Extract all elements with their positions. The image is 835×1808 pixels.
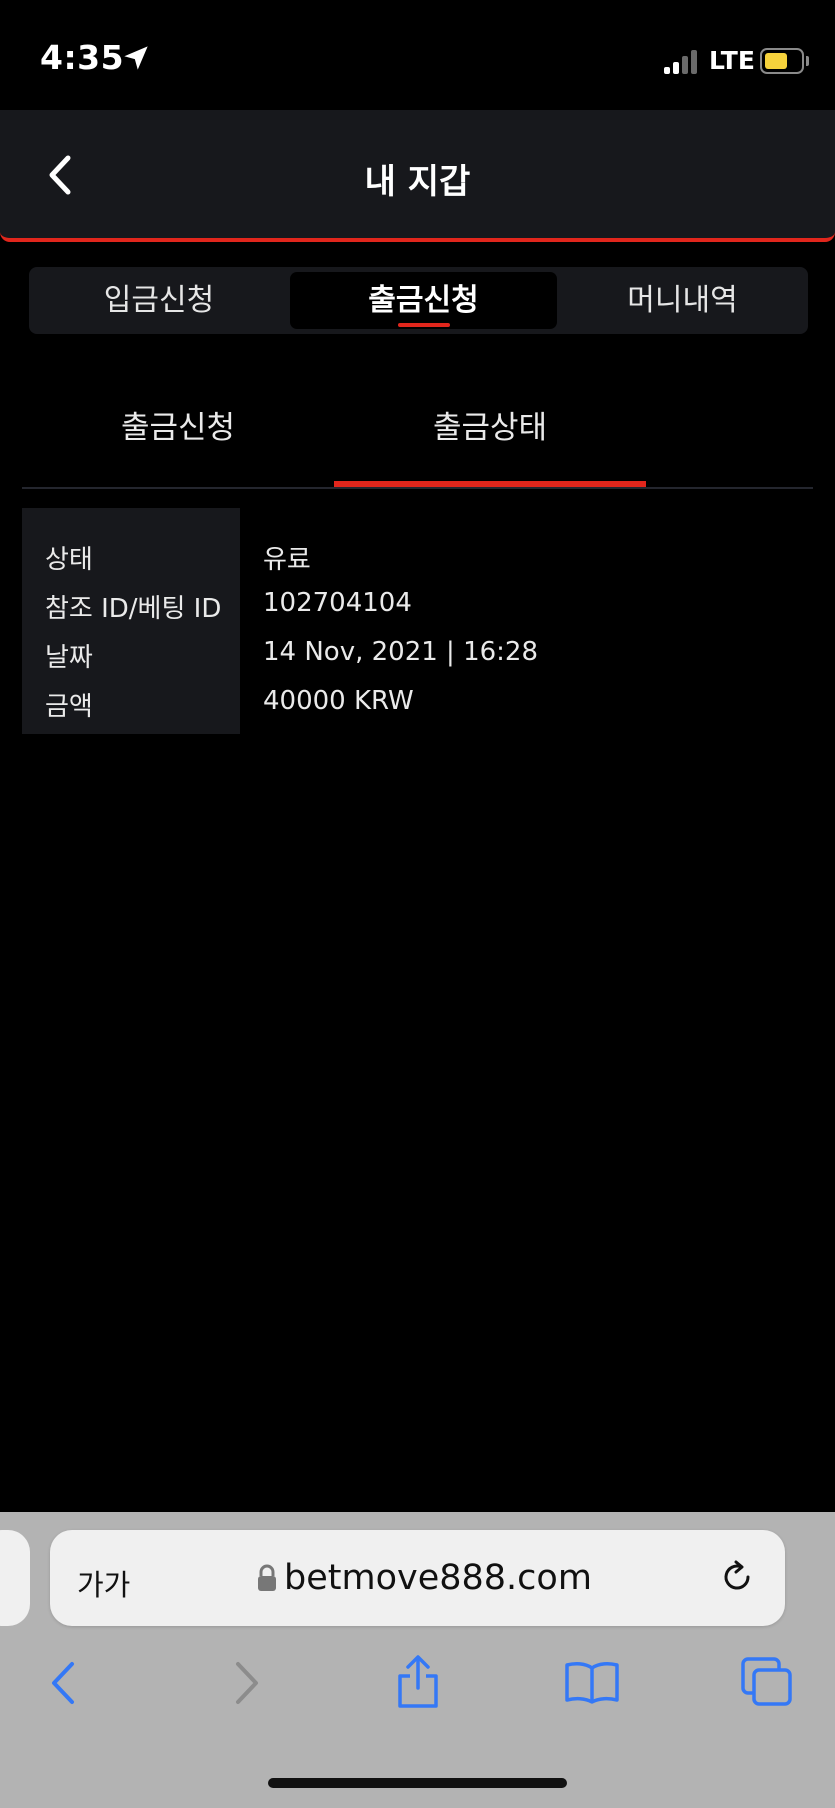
wallet-tabs: 입금신청 출금신청 머니내역 [29, 267, 808, 334]
home-indicator [268, 1778, 567, 1788]
battery-cap [806, 56, 809, 66]
page-title: 내 지갑 [364, 162, 471, 202]
lock-icon [258, 1564, 276, 1591]
detail-label-amount: 금액 [45, 692, 93, 722]
text-size-button[interactable]: 가가 [77, 1562, 130, 1604]
battery-icon [760, 48, 804, 74]
active-tab-indicator [397, 323, 450, 327]
tab-withdraw-request[interactable]: 출금신청 [290, 272, 557, 329]
browser-forward-icon[interactable] [220, 1658, 270, 1708]
tab-money-history[interactable]: 머니내역 [557, 267, 808, 334]
detail-value-status: 유료 [263, 545, 311, 575]
detail-value-amount: 40000 KRW [263, 686, 414, 716]
subtab-withdraw-request[interactable]: 출금신청 [84, 402, 272, 447]
detail-value-reference-id: 102704104 [263, 588, 412, 618]
tabs-overview-icon[interactable] [740, 1656, 794, 1708]
subtab-withdraw-status[interactable]: 출금상태 [396, 402, 584, 447]
subtab-active-indicator [334, 481, 646, 487]
share-icon[interactable] [392, 1654, 444, 1710]
cellular-signal-icon [662, 48, 702, 74]
detail-label-reference-id: 참조 ID/베팅 ID [45, 594, 222, 624]
detail-label-status: 상태 [45, 545, 93, 575]
subtab-divider [22, 487, 813, 489]
tab-withdraw-request-label: 출금신청 [368, 283, 479, 318]
previous-tab-preview[interactable] [0, 1530, 30, 1626]
reload-icon[interactable] [717, 1557, 757, 1597]
url-text[interactable]: betmove888.com [284, 1558, 592, 1598]
detail-label-date: 날짜 [45, 643, 93, 673]
browser-back-icon[interactable] [40, 1658, 90, 1708]
location-arrow-icon [124, 46, 148, 70]
status-time: 4:35 [40, 38, 125, 77]
bookmarks-icon[interactable] [563, 1660, 621, 1704]
tab-deposit-request[interactable]: 입금신청 [29, 267, 289, 334]
network-type: LTE [709, 46, 755, 75]
detail-value-date: 14 Nov, 2021 | 16:28 [263, 637, 539, 667]
